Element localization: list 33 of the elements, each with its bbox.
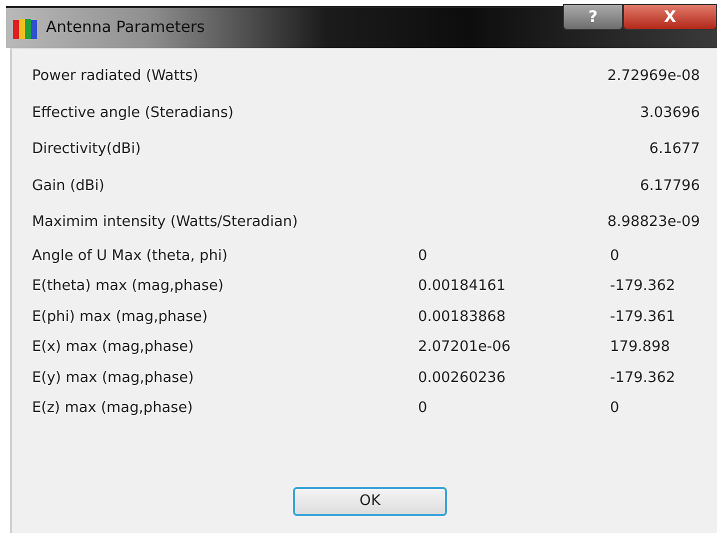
parameter-value: 0.00184161 <box>418 278 506 294</box>
parameter-value: 0 <box>610 248 620 264</box>
parameter-value: 0 <box>610 400 620 416</box>
parameter-label: Maximim intensity (Watts/Steradian) <box>32 213 298 232</box>
parameter-value: 179.898 <box>610 339 670 356</box>
parameter-value: 0 <box>418 248 428 264</box>
parameter-label: E(y) max (mag,phase) <box>32 368 195 388</box>
parameter-value: 8.98823e-09 <box>607 213 700 232</box>
parameter-value: 0.00183868 <box>418 308 506 325</box>
parameter-value: 6.17796 <box>640 176 700 196</box>
parameter-value: 0 <box>418 400 428 416</box>
parameter-value: -179.362 <box>610 370 676 386</box>
parameter-value: 0.00260236 <box>418 370 506 386</box>
parameter-label: Power radiated (Watts) <box>32 67 198 86</box>
parameter-value: 2.72969e-08 <box>607 67 700 86</box>
window-title: Antenna Parameters <box>46 17 205 38</box>
parameter-label: E(theta) max (mag,phase) <box>32 277 225 296</box>
help-button[interactable]: ? <box>563 4 623 30</box>
parameter-label: Directivity(dBi) <box>32 140 141 160</box>
parameter-label: Gain (dBi) <box>32 176 104 196</box>
ok-button[interactable]: OK <box>293 487 447 516</box>
parameter-value: 6.1677 <box>649 140 700 160</box>
close-button[interactable]: X <box>623 4 717 30</box>
parameter-label: E(phi) max (mag,phase) <box>32 308 209 327</box>
parameter-value: -179.362 <box>610 278 676 294</box>
parameter-label: Angle of U Max (theta, phi) <box>32 246 229 266</box>
parameter-label: E(z) max (mag,phase) <box>32 399 194 418</box>
parameter-label: E(x) max (mag,phase) <box>32 338 195 358</box>
parameter-value: 2.07201e-06 <box>418 339 511 356</box>
parameter-label: Effective angle (Steradians) <box>32 104 234 123</box>
app-icon <box>12 16 38 40</box>
parameter-value: -179.361 <box>610 308 676 325</box>
parameter-value: 3.03696 <box>640 104 700 123</box>
